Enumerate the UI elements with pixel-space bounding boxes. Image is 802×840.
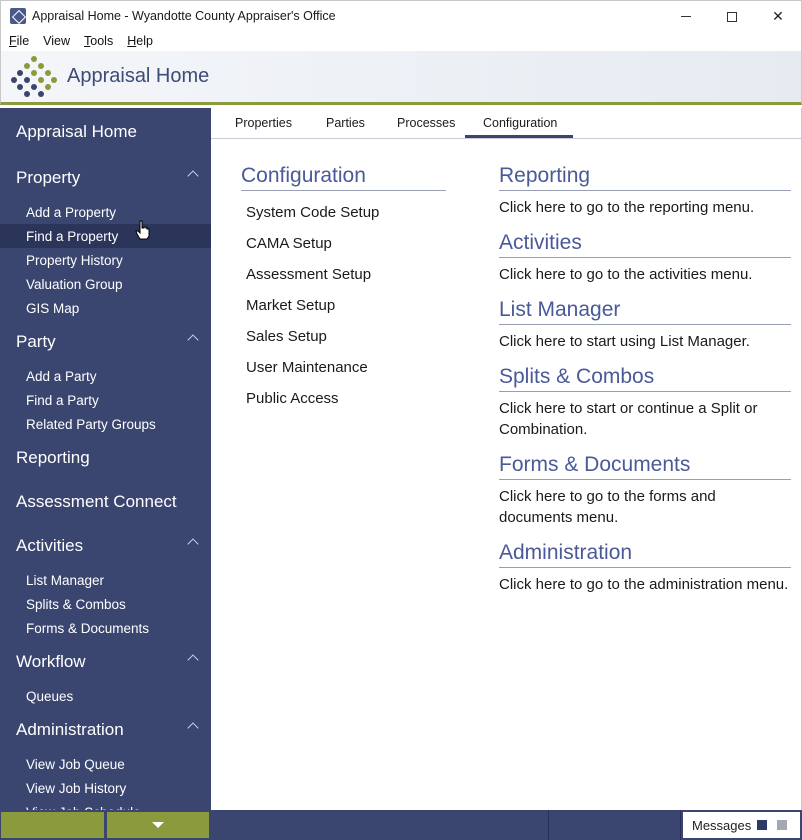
- tab-properties[interactable]: Properties: [235, 116, 292, 130]
- tab-parties[interactable]: Parties: [326, 116, 365, 130]
- link-assessment-setup[interactable]: Assessment Setup: [241, 259, 446, 290]
- forms-documents-link[interactable]: Click here to go to the forms and docume…: [499, 486, 791, 528]
- menu-tools-label: ools: [90, 34, 114, 48]
- forms-documents-heading[interactable]: Forms & Documents: [499, 451, 791, 480]
- link-user-maintenance[interactable]: User Maintenance: [241, 352, 446, 383]
- sidebar-section-label: Workflow: [16, 652, 86, 671]
- status-divider: [548, 810, 549, 840]
- close-icon: ✕: [772, 8, 784, 24]
- menu-file-label: ile: [16, 34, 30, 48]
- sidebar-item-assessment-connect[interactable]: Assessment Connect: [0, 480, 211, 524]
- main-panel: Properties Parties Processes Configurati…: [211, 108, 802, 810]
- title-bar: Appraisal Home - Wyandotte County Apprai…: [0, 0, 802, 31]
- hand-cursor-icon: [135, 220, 150, 240]
- chevron-down-icon: [152, 822, 164, 828]
- chevron-up-icon[interactable]: [187, 170, 199, 182]
- sidebar-item-add-property[interactable]: Add a Property: [0, 200, 211, 224]
- tab-strip: Properties Parties Processes Configurati…: [211, 108, 801, 139]
- menu-file[interactable]: File: [9, 34, 29, 48]
- sidebar-item-property-history[interactable]: Property History: [0, 248, 211, 272]
- sidebar-section-party[interactable]: Party: [0, 320, 211, 364]
- minimize-button[interactable]: [663, 1, 709, 32]
- active-tab-indicator: [465, 135, 573, 138]
- tab-processes[interactable]: Processes: [397, 116, 455, 130]
- sidebar-item-add-party[interactable]: Add a Party: [0, 364, 211, 388]
- sidebar-item-gis-map[interactable]: GIS Map: [0, 296, 211, 320]
- list-manager-heading[interactable]: List Manager: [499, 296, 791, 325]
- sidebar-section-administration[interactable]: Administration: [0, 708, 211, 752]
- chevron-up-icon[interactable]: [187, 654, 199, 666]
- sidebar-section-activities[interactable]: Activities: [0, 524, 211, 568]
- bottom-bar: Messages: [0, 810, 802, 840]
- configuration-heading: Configuration: [241, 162, 446, 191]
- menu-bar: File View Tools Help: [0, 31, 802, 51]
- sidebar-item-list-manager[interactable]: List Manager: [0, 568, 211, 592]
- sidebar-section-label: Property: [16, 168, 81, 187]
- menu-help-label: elp: [136, 34, 153, 48]
- sidebar-section-label: Party: [16, 332, 56, 351]
- sidebar-item-view-job-queue[interactable]: View Job Queue: [0, 752, 211, 776]
- sidebar-item-view-job-schedule[interactable]: View Job Schedule: [0, 800, 211, 811]
- administration-heading[interactable]: Administration: [499, 539, 791, 568]
- link-market-setup[interactable]: Market Setup: [241, 290, 446, 321]
- sidebar-item-forms-documents[interactable]: Forms & Documents: [0, 616, 211, 640]
- chevron-up-icon[interactable]: [187, 334, 199, 346]
- window-controls: ✕: [663, 1, 801, 32]
- header-title: Appraisal Home: [67, 65, 210, 87]
- administration-link[interactable]: Click here to go to the administration m…: [499, 574, 791, 595]
- link-system-code-setup[interactable]: System Code Setup: [241, 197, 446, 228]
- tab-configuration[interactable]: Configuration: [483, 116, 557, 130]
- sidebar-item-find-property[interactable]: Find a Property: [0, 224, 211, 248]
- link-sales-setup[interactable]: Sales Setup: [241, 321, 446, 352]
- sidebar-section-label: Administration: [16, 720, 124, 739]
- float-icon[interactable]: [777, 820, 787, 830]
- reporting-heading[interactable]: Reporting: [499, 162, 791, 191]
- sidebar-home[interactable]: Appraisal Home: [0, 108, 211, 156]
- link-public-access[interactable]: Public Access: [241, 383, 446, 414]
- link-cama-setup[interactable]: CAMA Setup: [241, 228, 446, 259]
- dock-icon[interactable]: [757, 820, 767, 830]
- minimize-icon: [681, 16, 691, 17]
- chevron-up-icon[interactable]: [187, 722, 199, 734]
- list-manager-link[interactable]: Click here to start using List Manager.: [499, 331, 791, 352]
- menu-file-mnemonic: F: [9, 34, 17, 48]
- menu-tools[interactable]: Tools: [84, 34, 113, 48]
- maximize-button[interactable]: [709, 1, 755, 32]
- configuration-links: System Code Setup CAMA Setup Assessment …: [241, 197, 446, 414]
- sidebar-section-label: Activities: [16, 536, 84, 555]
- reporting-link[interactable]: Click here to go to the reporting menu.: [499, 197, 791, 218]
- messages-panel-button[interactable]: Messages: [683, 812, 800, 838]
- maximize-icon: [727, 11, 737, 22]
- messages-label: Messages: [692, 817, 752, 833]
- menu-help[interactable]: Help: [127, 34, 153, 48]
- quick-links-column: Reporting Click here to go to the report…: [499, 162, 791, 606]
- app-icon: [10, 8, 26, 24]
- splits-combos-link[interactable]: Click here to start or continue a Split …: [499, 398, 791, 440]
- status-divider: [680, 810, 681, 840]
- activities-heading[interactable]: Activities: [499, 229, 791, 258]
- activities-link[interactable]: Click here to go to the activities menu.: [499, 264, 791, 285]
- sidebar-item-view-job-history[interactable]: View Job History: [0, 776, 211, 800]
- menu-view-label: View: [43, 34, 71, 48]
- sidebar-item-find-party[interactable]: Find a Party: [0, 388, 211, 412]
- window-title: Appraisal Home - Wyandotte County Apprai…: [32, 9, 336, 23]
- sidebar-item-related-party-groups[interactable]: Related Party Groups: [0, 412, 211, 436]
- sidebar-scroll-down-button[interactable]: [107, 812, 209, 838]
- menu-help-mnemonic: H: [127, 34, 137, 48]
- sidebar-item-valuation-group[interactable]: Valuation Group: [0, 272, 211, 296]
- sidebar-section-workflow[interactable]: Workflow: [0, 640, 211, 684]
- sidebar-section-property[interactable]: Property: [0, 156, 211, 200]
- splits-combos-heading[interactable]: Splits & Combos: [499, 363, 791, 392]
- menu-view[interactable]: View: [43, 34, 70, 48]
- configuration-column: Configuration System Code Setup CAMA Set…: [241, 162, 446, 414]
- sidebar-item-reporting[interactable]: Reporting: [0, 436, 211, 480]
- app-header: Appraisal Home: [0, 51, 802, 105]
- close-button[interactable]: ✕: [755, 1, 801, 32]
- sidebar-item-splits-combos[interactable]: Splits & Combos: [0, 592, 211, 616]
- sidebar: Appraisal Home Property Add a Property F…: [0, 108, 211, 810]
- sidebar-item-queues[interactable]: Queues: [0, 684, 211, 708]
- logo-icon: [11, 54, 57, 100]
- chevron-up-icon[interactable]: [187, 538, 199, 550]
- bottom-action-button[interactable]: [1, 812, 104, 838]
